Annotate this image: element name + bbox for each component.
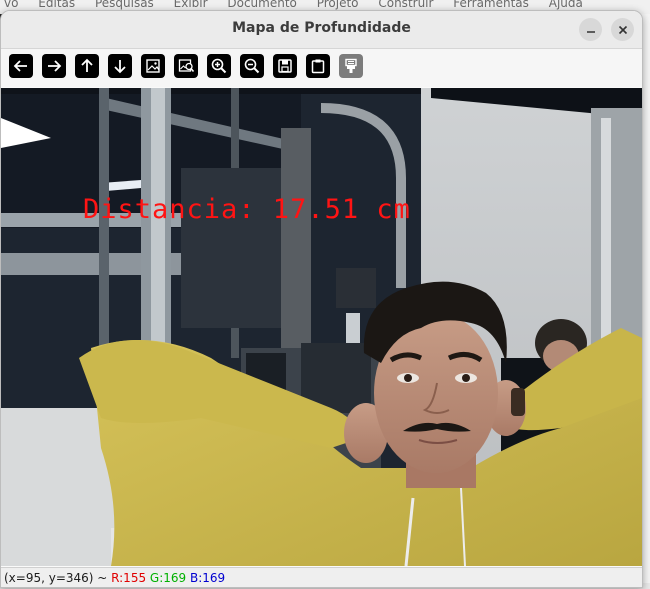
zoom-out-button[interactable]	[240, 54, 264, 78]
bg-menu-item[interactable]: Construir	[378, 0, 433, 10]
copy-clipboard-button[interactable]	[306, 54, 330, 78]
pan-right-icon	[48, 60, 62, 72]
bg-menu-item[interactable]: Ferramentas	[453, 0, 529, 10]
zoom-in-button[interactable]	[207, 54, 231, 78]
pan-up-icon	[81, 58, 93, 72]
titlebar[interactable]: Mapa de Profundidade	[1, 11, 642, 49]
bg-menu-item[interactable]: Editas	[38, 0, 75, 10]
green-value: G:169	[149, 571, 187, 585]
bg-menu-item[interactable]: Projeto	[317, 0, 359, 10]
clipboard-icon	[311, 59, 325, 74]
close-button[interactable]	[611, 18, 634, 41]
distance-overlay: Distancia: 17.51 cm	[83, 194, 411, 225]
zoom-region-icon	[178, 59, 195, 73]
properties-icon	[345, 58, 357, 73]
pan-down-button[interactable]	[108, 54, 132, 78]
close-icon	[618, 25, 627, 34]
camera-image[interactable]: Distancia: 17.51 cm	[1, 88, 642, 566]
zoom-out-icon	[244, 58, 260, 74]
bg-menu-item[interactable]: Exibir	[174, 0, 208, 10]
cursor-coordinates: (x=95, y=346) ~	[4, 571, 112, 585]
bg-menu-item[interactable]: Pesquisas	[95, 0, 154, 10]
save-image-button[interactable]	[273, 54, 297, 78]
pan-right-button[interactable]	[42, 54, 66, 78]
bg-menu-item[interactable]: Documento	[227, 0, 297, 10]
red-value: R:155	[111, 571, 147, 585]
minimize-icon	[586, 30, 595, 33]
opencv-window: Mapa de Profundidade Distancia: 17.51 cm…	[0, 10, 643, 588]
pan-down-icon	[114, 60, 126, 74]
save-icon	[278, 59, 292, 73]
pan-left-icon	[13, 60, 27, 72]
webcam-frame	[1, 88, 642, 566]
zoom-image-icon	[146, 59, 160, 73]
pan-left-button[interactable]	[9, 54, 33, 78]
window-title: Mapa de Profundidade	[232, 20, 411, 36]
status-bar: (x=95, y=346) ~ R:155 G:169 B:169	[1, 567, 642, 587]
bg-menu-item[interactable]: Ajuda	[549, 0, 583, 10]
zoom-image-button[interactable]	[141, 54, 165, 78]
pan-up-button[interactable]	[75, 54, 99, 78]
minimize-button[interactable]	[579, 18, 602, 41]
properties-button[interactable]	[339, 54, 363, 78]
zoom-in-icon	[211, 58, 227, 74]
blue-value: B:169	[190, 571, 226, 585]
toolbar	[1, 49, 642, 87]
zoom-region-button[interactable]	[174, 54, 198, 78]
bg-menu-item[interactable]: vo	[4, 0, 18, 10]
